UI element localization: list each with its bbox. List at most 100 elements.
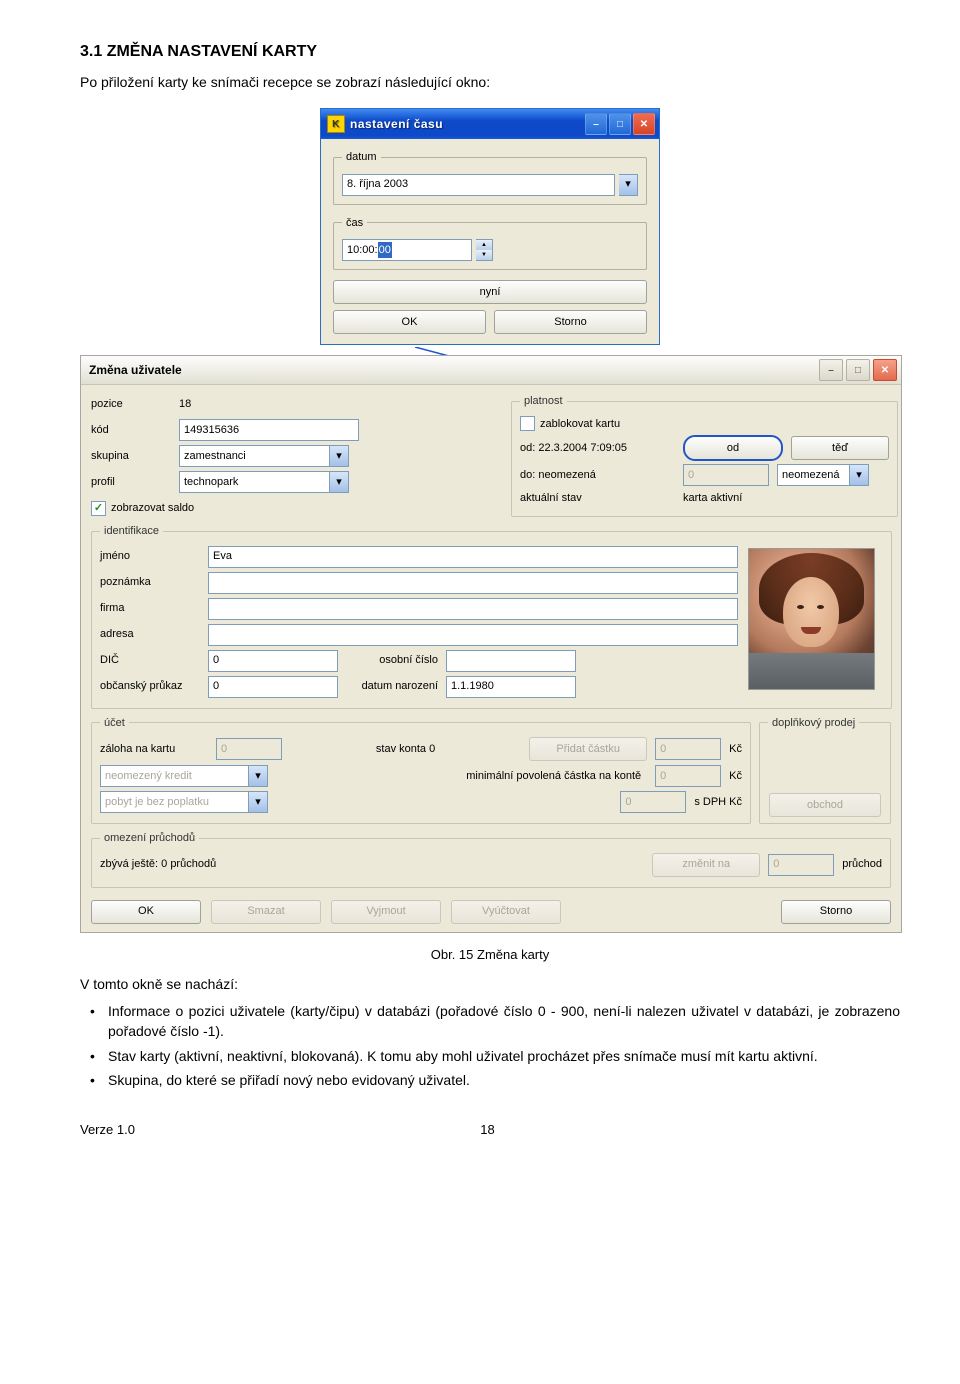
titlebar: Změna uživatele – □ ✕ [81,356,901,385]
jmeno-value: Eva [213,548,232,565]
storno-button[interactable]: Storno [781,900,891,924]
now-button[interactable]: nyní [333,280,647,304]
maximize-icon[interactable]: □ [846,359,870,381]
profil-select[interactable]: technopark ▾ [179,471,349,493]
minimize-icon[interactable]: – [819,359,843,381]
label-adresa: adresa [100,626,208,643]
label-obcansky: občanský průkaz [100,678,208,695]
after-heading: V tomto okně se nachází: [80,974,900,995]
stavkonta-label: stav konta 0 [290,741,521,758]
zmenit-input: 0 [768,854,834,876]
label-poznamka: poznámka [100,574,208,591]
osobni-input[interactable] [446,650,576,672]
value-pozice: 18 [179,396,191,413]
time-prefix: 10:00: [347,242,378,259]
firma-input[interactable] [208,598,738,620]
ted-button[interactable]: těď [791,436,889,460]
chevron-down-icon: ▾ [249,791,268,813]
date-group: datum 8. října 2003 ▾ [333,149,647,205]
do-value: 0 [683,464,769,486]
user-change-window: Změna uživatele – □ ✕ pozice 18 kód 1493… [80,355,902,933]
label-osobni: osobní číslo [338,652,446,669]
kod-input[interactable]: 149315636 [179,419,359,441]
dic-value: 0 [213,652,219,669]
bullet-list: Informace o pozici uživatele (karty/čipu… [80,1001,900,1090]
zaloha-input: 0 [216,738,282,760]
minpovol-input: 0 [655,765,721,787]
ok-button[interactable]: OK [91,900,201,924]
doplnkovy-panel: doplňkový prodej obchod [759,715,891,825]
platnost-legend: platnost [520,393,567,410]
titlebar: K nastavení času – □ ✕ [321,109,659,139]
label-firma: firma [100,600,208,617]
label-kod: kód [91,422,179,439]
chevron-down-icon: ▾ [249,765,268,787]
list-item: Stav karty (aktivní, neaktivní, blokovan… [108,1046,900,1066]
chevron-down-icon[interactable]: ▾ [330,445,349,467]
user-photo [748,548,875,690]
datumnar-input[interactable]: 1.1.1980 [446,676,576,698]
maximize-icon[interactable]: □ [609,113,631,135]
app-icon: K [327,115,345,133]
label-profil: profil [91,474,179,491]
block-checkbox[interactable] [520,416,535,431]
pridat-button: Přidat částku [529,737,647,761]
time-settings-window: K nastavení času – □ ✕ datum 8. října 20… [320,108,660,345]
zmenit-button: změnit na [652,853,760,877]
date-legend: datum [342,149,381,166]
section-heading: 3.1 ZMĚNA NASTAVENÍ KARTY [80,40,900,64]
obcansky-value: 0 [213,678,219,695]
stav-value: karta aktivní [683,490,742,507]
neomezena-value: neomezená [782,467,840,484]
profil-value: technopark [184,474,238,491]
obcansky-input[interactable]: 0 [208,676,338,698]
jmeno-input[interactable]: Eva [208,546,738,568]
vyuctovat-button: Vyúčtovat [451,900,561,924]
ucet-panel: účet záloha na kartu 0 stav konta 0 Přid… [91,715,751,825]
omezeni-panel: omezení průchodů zbývá ještě: 0 průchodů… [91,830,891,888]
chevron-down-icon[interactable]: ▾ [850,464,869,486]
pobyt-select: pobyt je bez poplatku ▾ [100,791,268,813]
label-saldo: zobrazovat saldo [111,500,194,517]
adresa-input[interactable] [208,624,738,646]
zbyva-label: zbývá ještě: 0 průchodů [100,856,644,873]
od-label: od: 22.3.2004 7:09:05 [520,440,675,457]
kod-value: 149315636 [184,422,239,439]
date-input[interactable]: 8. října 2003 [342,174,615,196]
time-input[interactable]: 10:00:00 [342,239,472,261]
page-number: 18 [480,1120,494,1140]
close-icon[interactable]: ✕ [633,113,655,135]
kc-label1: Kč [729,741,742,758]
window-title: Změna uživatele [89,361,182,379]
neomezena-select[interactable]: neomezená ▾ [777,464,869,486]
platnost-panel: platnost zablokovat kartu od: 22.3.2004 … [511,393,898,517]
poznamka-input[interactable] [208,572,738,594]
saldo-checkbox[interactable] [91,501,106,516]
obchod-button: obchod [769,793,881,817]
cancel-button[interactable]: Storno [494,310,647,334]
od-button[interactable]: od [683,435,783,461]
chevron-down-icon[interactable]: ▾ [330,471,349,493]
skupina-select[interactable]: zamestnanci ▾ [179,445,349,467]
ident-legend: identifikace [100,523,163,540]
label-jmeno: jméno [100,548,208,565]
close-icon[interactable]: ✕ [873,359,897,381]
version-label: Verze 1.0 [80,1120,135,1140]
time-group: čas 10:00:00 ▲▼ [333,215,647,271]
block-label: zablokovat kartu [540,416,620,433]
kc-label2: Kč [729,768,742,785]
chevron-down-icon[interactable]: ▾ [619,174,638,196]
spinner-icon[interactable]: ▲▼ [476,239,493,261]
window-title: nastavení času [350,115,443,133]
dic-input[interactable]: 0 [208,650,338,672]
vyjmout-button: Vyjmout [331,900,441,924]
minimize-icon[interactable]: – [585,113,607,135]
label-pozice: pozice [91,396,179,413]
label-dic: DIČ [100,652,208,669]
omezeni-legend: omezení průchodů [100,830,199,847]
pobyt-value: pobyt je bez poplatku [100,791,249,813]
dph-input: 0 [620,791,686,813]
pruchod-label: průchod [842,856,882,873]
ok-button[interactable]: OK [333,310,486,334]
figure-caption: Obr. 15 Změna karty [80,945,900,965]
